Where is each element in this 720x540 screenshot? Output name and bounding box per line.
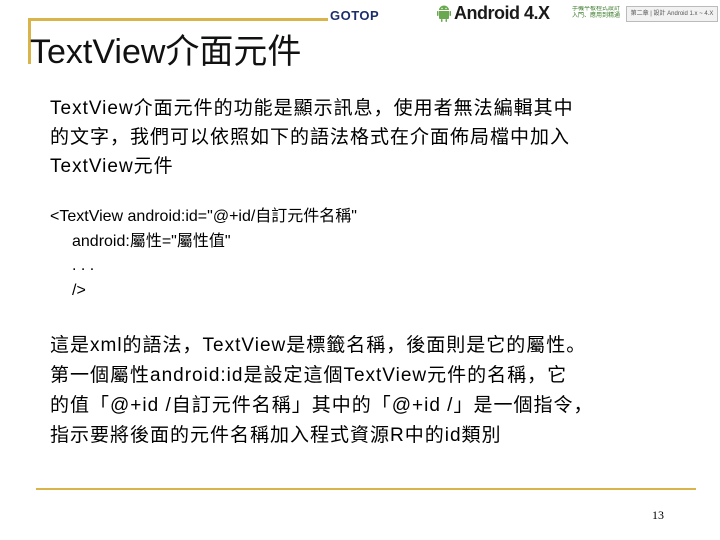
intro-paragraph: TextView介面元件的功能是顯示訊息，使用者無法編輯其中 的文字，我們可以依… [50,94,690,181]
chapter-label: 第二章 | 設計 Android 1.x ~ 4.X [626,6,718,22]
book-subtitle: 手機平板程式設計入門、應用到精通 [572,6,621,19]
intro-line: TextView介面元件的功能是顯示訊息，使用者無法編輯其中 [50,98,574,119]
code-line: . . . [72,257,95,274]
explanation-line: 這是xml的語法，TextView是標籤名稱，後面則是它的屬性。 [50,335,587,356]
footer-divider [36,488,696,490]
explanation-paragraph: 這是xml的語法，TextView是標籤名稱，後面則是它的屬性。 第一個屬性an… [50,331,690,451]
slide-body: TextView介面元件的功能是顯示訊息，使用者無法編輯其中 的文字，我們可以依… [50,94,690,451]
code-line: /> [72,281,86,299]
code-line: <TextView android:id="@+id/自訂元件名稱" [50,208,357,225]
intro-line: 的文字，我們可以依照如下的語法格式在介面佈局檔中加入 [50,127,571,148]
intro-line: TextView元件 [50,156,174,177]
android-robot-icon [437,5,451,22]
gotop-logo: GOTOP [330,8,380,23]
explanation-line: 的值「@+id /自訂元件名稱」其中的「@+id /」是一個指令， [50,395,594,416]
explanation-line: 第一個屬性android:id是設定這個TextView元件的名稱，它 [50,365,568,386]
page-number: 13 [652,508,664,522]
corner-accent-horizontal [28,18,328,21]
android-book-logo: Android 4.X [436,2,550,24]
explanation-line: 指示要將後面的元件名稱加入程式資源R中的id類別 [50,425,502,446]
book-logo-text: Android 4.X [454,2,550,23]
code-line: android:屬性="屬性值" [72,232,231,250]
slide-title: TextView介面元件 [30,33,302,71]
code-example: <TextView android:id="@+id/自訂元件名稱" andro… [50,205,690,303]
